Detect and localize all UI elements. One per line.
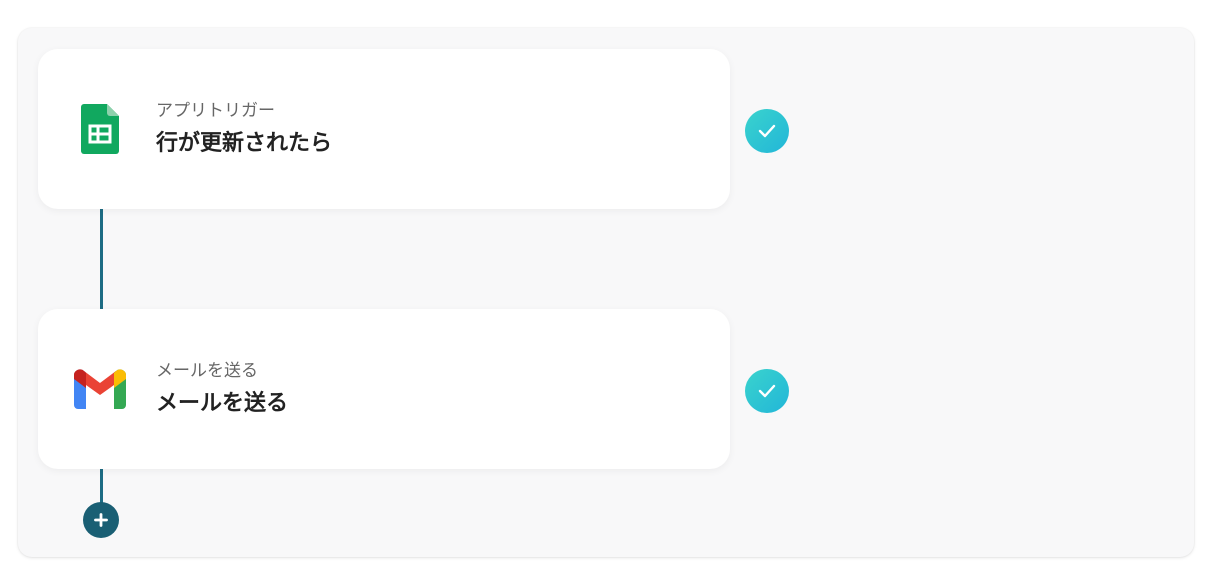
gmail-icon [74,363,126,415]
flow-connector [100,466,103,506]
flow-step-trigger-card[interactable]: アプリトリガー 行が更新されたら [38,49,730,209]
flow-step-text: メールを送る メールを送る [156,360,288,418]
step-subtitle: アプリトリガー [156,101,275,121]
flow-connector [100,208,103,312]
add-step-button[interactable] [83,502,119,538]
step-title: 行が更新されたら [156,131,333,156]
step-status-check-icon[interactable] [745,369,789,413]
step-status-check-icon[interactable] [745,109,789,153]
flow-step-send-mail-card[interactable]: メールを送る メールを送る [38,309,730,469]
plus-icon [94,513,108,527]
step-subtitle: メールを送る [156,361,258,381]
flow-step-text: アプリトリガー 行が更新されたら [156,100,332,158]
google-sheets-icon [74,103,126,155]
step-title: メールを送る [156,391,289,416]
